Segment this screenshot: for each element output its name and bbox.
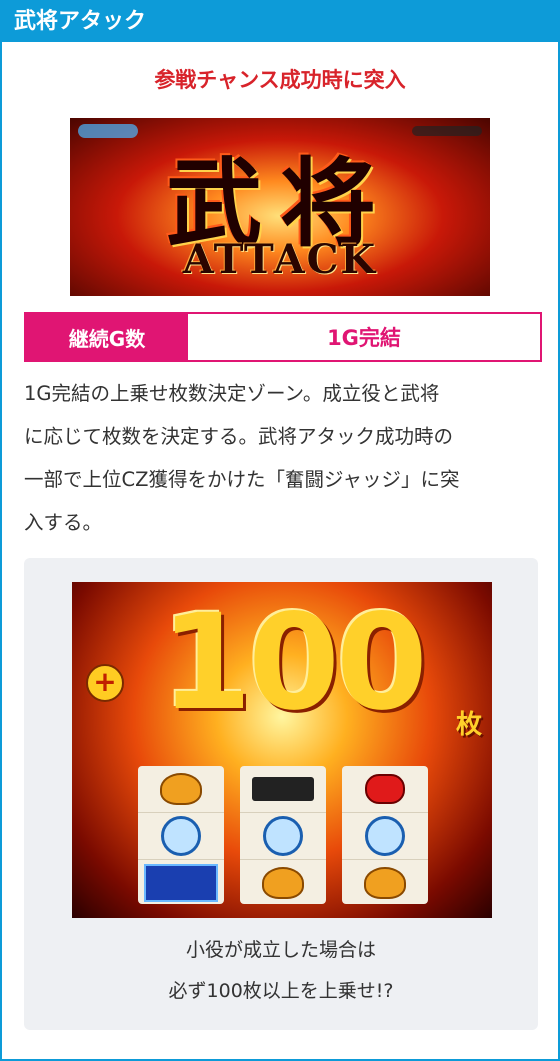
duration-value: 1G完結 <box>188 314 540 360</box>
description-line: 一部で上位CZ獲得をかけた「奮闘ジャッジ」に突 <box>24 468 460 491</box>
description-text: 1G完結の上乗せ枚数決定ゾーン。成立役と武将 に応じて枚数を決定する。武将アタッ… <box>24 372 544 544</box>
bonus-number: 100 <box>160 586 428 740</box>
duration-info-row: 継続G数 1G完結 <box>24 312 542 362</box>
caption-line: 必ず100枚以上を上乗せ!? <box>168 980 394 1002</box>
blue-bar-symbol-icon <box>144 864 218 902</box>
bell-symbol-icon <box>364 867 406 899</box>
description-line: 入する。 <box>24 511 103 534</box>
reel-center <box>240 766 326 904</box>
blue-emblem-symbol-icon <box>263 816 303 856</box>
description-line: 1G完結の上乗せ枚数決定ゾーン。成立役と武将 <box>24 382 440 405</box>
example-panel: + 100 枚 小役が成立した場合は 必ず100枚以上を上乗せ!? <box>24 558 538 1030</box>
caption-line: 小役が成立した場合は <box>185 939 376 961</box>
cherry-symbol-icon <box>365 774 405 804</box>
plus-icon: + <box>86 664 124 702</box>
bell-symbol-icon <box>262 867 304 899</box>
banner-attack-logo: ATTACK <box>182 236 378 283</box>
duration-label: 継続G数 <box>26 314 188 360</box>
entry-condition-subtitle: 参戦チャンス成功時に突入 <box>154 68 406 92</box>
bell-symbol-icon <box>160 773 202 805</box>
content-card: 武将アタック 参戦チャンス成功時に突入 武将 ATTACK 継続G数 1G完結 … <box>0 0 560 1061</box>
screen-caption: 小役が成立した場合は 必ず100枚以上を上乗せ!? <box>24 930 538 1012</box>
reel-right <box>342 766 428 904</box>
description-line: に応じて枚数を決定する。武将アタック成功時の <box>24 425 454 448</box>
busho-attack-banner-image: 武将 ATTACK <box>70 118 490 296</box>
reel-left <box>138 766 224 904</box>
dark-vs-symbol-icon <box>252 777 314 801</box>
section-header: 武将アタック <box>2 2 558 42</box>
blue-emblem-symbol-icon <box>365 816 405 856</box>
slot-screen-image: + 100 枚 <box>72 582 492 918</box>
bonus-unit: 枚 <box>455 710 482 740</box>
blue-emblem-symbol-icon <box>161 816 201 856</box>
